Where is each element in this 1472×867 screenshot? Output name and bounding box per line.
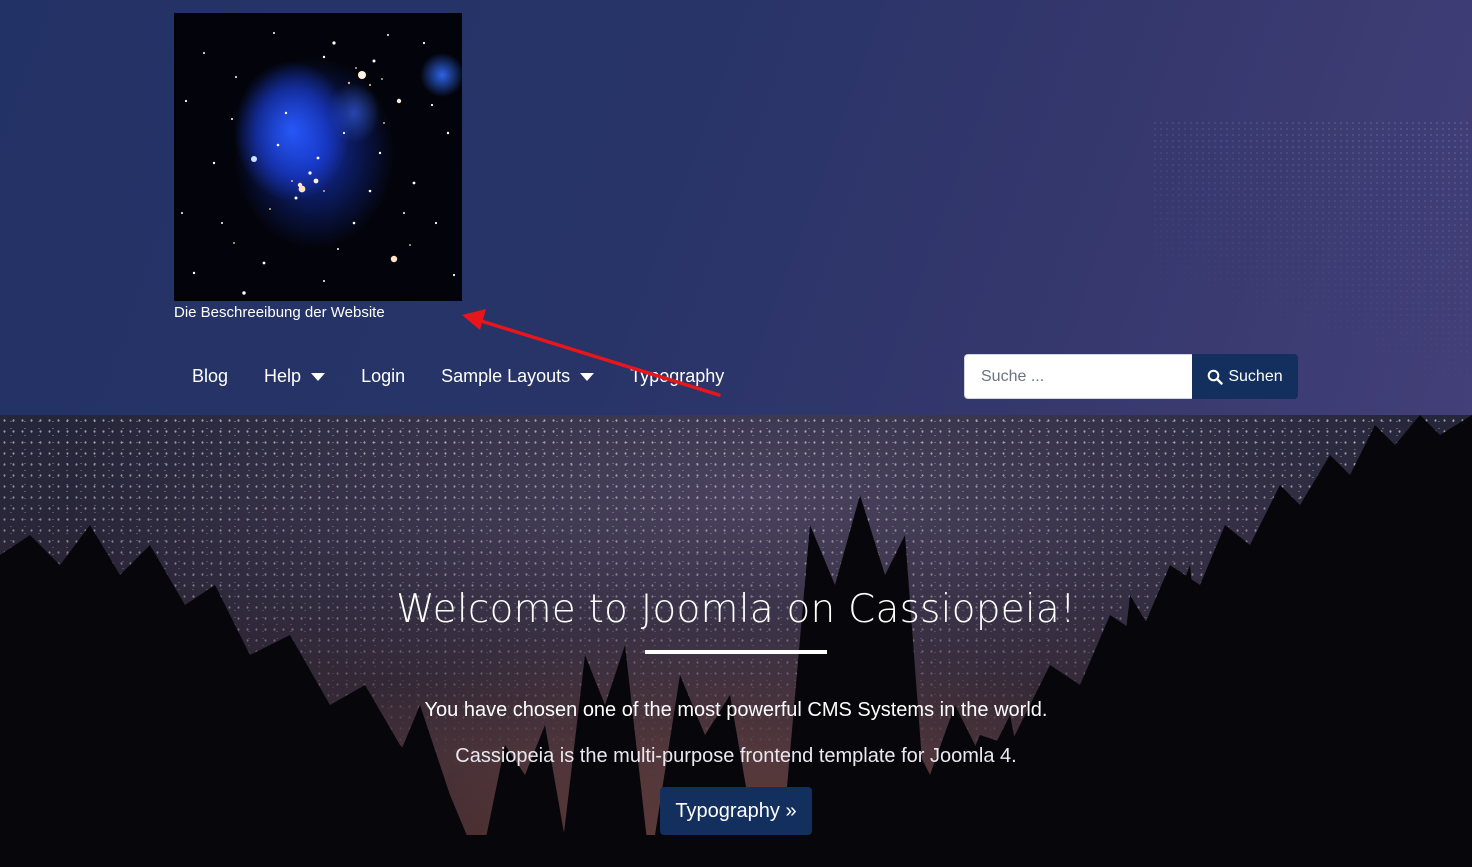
nav-item-label: Blog bbox=[192, 366, 229, 386]
hero-sub-text: Cassiopeia is the multi-purpose frontend… bbox=[455, 745, 1017, 767]
site-description: Die Beschreeibung der Website bbox=[174, 304, 385, 321]
nav-item-help[interactable]: Help bbox=[246, 354, 343, 399]
hero-divider bbox=[645, 650, 827, 654]
nav-item-label: Login bbox=[361, 366, 406, 386]
search-icon bbox=[1208, 369, 1224, 385]
nav-item-label: Help bbox=[264, 366, 302, 386]
hero-banner: Welcome to Joomla on Cassiopeia! You hav… bbox=[0, 415, 1472, 867]
hero-title: Welcome to Joomla on Cassiopeia! bbox=[396, 587, 1076, 632]
search-button-label: Suchen bbox=[1228, 367, 1283, 385]
search-input[interactable] bbox=[964, 354, 1192, 399]
chevron-down-icon[interactable] bbox=[580, 372, 595, 381]
nav-item-typography[interactable]: Typography bbox=[612, 354, 742, 399]
nav-item-sample-layouts[interactable]: Sample Layouts bbox=[423, 354, 612, 399]
search-form: Suchen bbox=[964, 354, 1298, 399]
galaxy-cluster-image bbox=[181, 32, 456, 295]
chevron-down-icon[interactable] bbox=[311, 372, 326, 381]
search-button[interactable]: Suchen bbox=[1192, 354, 1298, 399]
site-header: Die Beschreeibung der Website Blog Help … bbox=[0, 0, 1472, 415]
typography-button[interactable]: Typography » bbox=[660, 787, 812, 835]
nav-item-label: Typography bbox=[630, 366, 725, 386]
page: Die Beschreeibung der Website Blog Help … bbox=[0, 0, 1472, 867]
main-nav: Blog Help Login Sample Layouts Typograph… bbox=[174, 354, 742, 399]
nav-item-label: Sample Layouts bbox=[441, 366, 571, 386]
nav-item-blog[interactable]: Blog bbox=[174, 354, 246, 399]
hero-lead-text: You have chosen one of the most powerful… bbox=[424, 699, 1048, 721]
site-logo[interactable] bbox=[174, 13, 462, 301]
nav-item-login[interactable]: Login bbox=[343, 354, 423, 399]
